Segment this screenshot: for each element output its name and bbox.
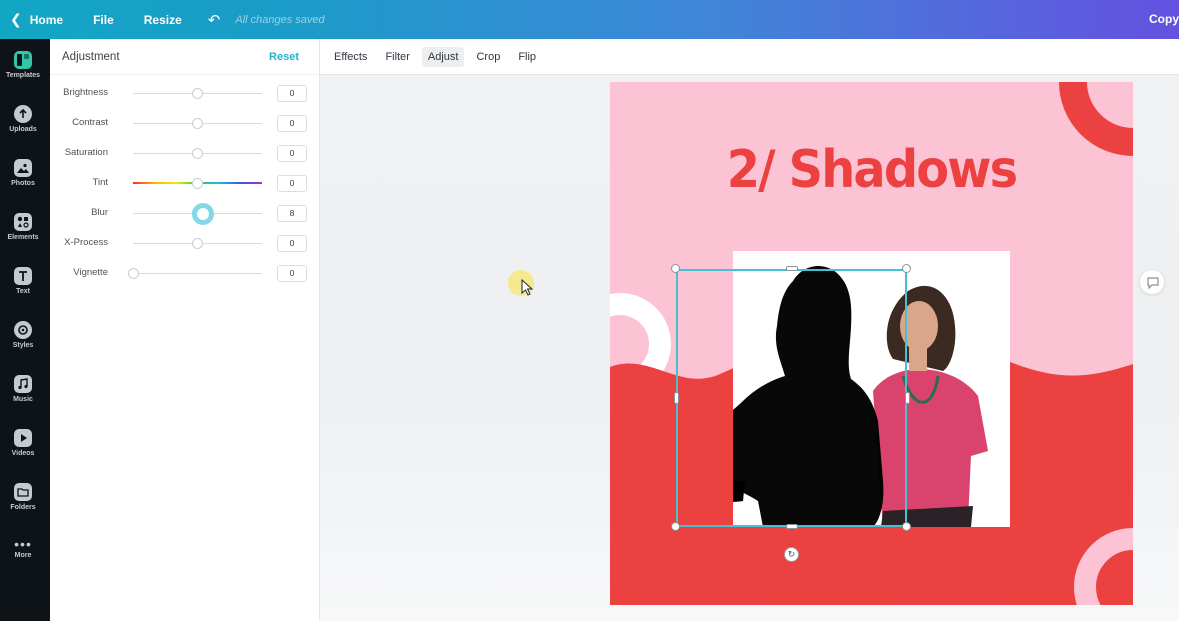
- panel-title: Adjustment: [62, 50, 120, 63]
- reset-button[interactable]: Reset: [269, 51, 299, 63]
- rail-label: More: [14, 552, 32, 559]
- slider-label: Contrast: [72, 117, 108, 128]
- file-menu[interactable]: File: [93, 13, 114, 27]
- resize-handle-top-right[interactable]: [902, 264, 911, 273]
- resize-handle-top[interactable]: [786, 266, 798, 271]
- mouse-cursor-icon: [521, 279, 533, 296]
- slider-value-input[interactable]: 0: [277, 175, 307, 192]
- slider-value-input[interactable]: 0: [277, 85, 307, 102]
- effects-button[interactable]: Effects: [328, 47, 373, 67]
- slider-row-vignette: Vignette 0: [50, 264, 320, 284]
- videos-icon: [14, 429, 32, 447]
- elements-icon: [14, 213, 32, 231]
- resize-handle-bottom-left[interactable]: [671, 522, 680, 531]
- resize-handle-bottom[interactable]: [786, 524, 798, 529]
- rail-label: Elements: [7, 234, 39, 241]
- styles-icon: [14, 321, 32, 339]
- more-icon: •••: [14, 536, 32, 552]
- rail-label: Videos: [11, 450, 35, 457]
- slider-knob[interactable]: [192, 238, 203, 249]
- rail-item-music[interactable]: Music: [0, 375, 46, 403]
- rail-item-uploads[interactable]: Uploads: [0, 105, 46, 133]
- design-heading[interactable]: 2/ Shadows: [631, 140, 1112, 200]
- rail-item-elements[interactable]: Elements: [0, 213, 46, 241]
- slider-label: Vignette: [73, 267, 108, 278]
- top-bar: ❮ Home File Resize ↶ All changes saved C…: [0, 0, 1179, 39]
- resize-handle-bottom-right[interactable]: [902, 522, 911, 531]
- rail-item-templates[interactable]: Templates: [0, 51, 46, 79]
- rail-label: Templates: [5, 72, 41, 79]
- slider-track[interactable]: [133, 273, 262, 274]
- rail-item-more[interactable]: ••• More: [0, 536, 46, 559]
- rail-item-folders[interactable]: Folders: [0, 483, 46, 511]
- slider-value-input[interactable]: 8: [277, 205, 307, 222]
- rail-label: Folders: [10, 504, 36, 511]
- rotate-handle-icon[interactable]: ↻: [784, 547, 799, 562]
- adjustment-panel: Adjustment Reset Brightness 0 Contrast 0 Sat…: [50, 39, 320, 621]
- filter-button[interactable]: Filter: [379, 47, 415, 67]
- rail-label: Styles: [12, 342, 34, 349]
- folders-icon: [14, 483, 32, 501]
- rail-item-styles[interactable]: Styles: [0, 321, 46, 349]
- panel-header: Adjustment Reset: [50, 39, 319, 75]
- home-button[interactable]: ❮ Home: [10, 11, 63, 28]
- slider-label: Tint: [92, 177, 108, 188]
- resize-handle-top-left[interactable]: [671, 264, 680, 273]
- upload-icon: [14, 105, 32, 123]
- side-rail: Templates Uploads Photos Elements Text S…: [0, 39, 50, 621]
- slider-row-brightness: Brightness 0: [50, 84, 320, 104]
- slider-label: Blur: [91, 207, 108, 218]
- comment-icon: [1147, 277, 1159, 290]
- rail-label: Uploads: [9, 126, 37, 133]
- slider-value-input[interactable]: 0: [277, 145, 307, 162]
- home-label: Home: [29, 12, 64, 27]
- music-icon: [14, 375, 32, 393]
- slider-row-contrast: Contrast 0: [50, 114, 320, 134]
- slider-knob[interactable]: [127, 268, 139, 279]
- rail-item-videos[interactable]: Videos: [0, 429, 46, 457]
- slider-knob[interactable]: [192, 118, 203, 129]
- slider-value-input[interactable]: 0: [277, 265, 307, 282]
- slider-row-tint: Tint 0: [50, 174, 320, 194]
- selection-frame[interactable]: [676, 269, 907, 527]
- slider-label: X-Process: [64, 237, 108, 248]
- slider-knob[interactable]: [192, 148, 203, 159]
- slider-value-input[interactable]: 0: [277, 235, 307, 252]
- adjust-button[interactable]: Adjust: [421, 46, 465, 67]
- resize-menu[interactable]: Resize: [144, 13, 182, 27]
- slider-row-blur: Blur 8: [50, 203, 320, 225]
- slider-label: Saturation: [64, 147, 108, 158]
- rail-item-photos[interactable]: Photos: [0, 159, 46, 187]
- photos-icon: [14, 159, 32, 177]
- slider-knob[interactable]: [191, 203, 214, 225]
- slider-label: Brightness: [63, 87, 108, 98]
- templates-icon: [14, 51, 32, 69]
- save-status: All changes saved: [235, 13, 325, 26]
- slider-value-input[interactable]: 0: [277, 115, 307, 132]
- image-toolbar: Effects Filter Adjust Crop Flip: [320, 39, 1179, 75]
- resize-handle-right[interactable]: [905, 392, 910, 404]
- copy-button[interactable]: Copy: [1149, 12, 1179, 26]
- slider-knob[interactable]: [192, 178, 203, 189]
- rail-label: Photos: [11, 180, 35, 187]
- slider-knob[interactable]: [192, 88, 203, 99]
- flip-button[interactable]: Flip: [512, 47, 542, 67]
- text-icon: [14, 267, 32, 285]
- resize-handle-left[interactable]: [674, 392, 679, 404]
- slider-row-x-process: X-Process 0: [50, 234, 320, 254]
- rail-label: Text: [16, 288, 30, 295]
- chevron-left-icon: ❮: [10, 11, 22, 27]
- add-comment-button[interactable]: [1139, 269, 1165, 295]
- crop-button[interactable]: Crop: [470, 47, 506, 67]
- undo-icon[interactable]: ↶: [208, 11, 221, 29]
- rail-item-text[interactable]: Text: [0, 267, 46, 295]
- slider-row-saturation: Saturation 0: [50, 144, 320, 164]
- rail-label: Music: [13, 396, 33, 403]
